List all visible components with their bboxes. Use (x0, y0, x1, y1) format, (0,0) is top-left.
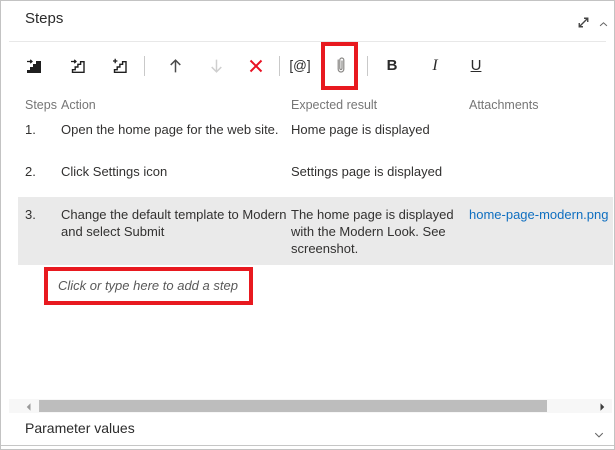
add-step-field[interactable]: Click or type here to add a step (58, 278, 238, 293)
arrow-up-icon (167, 57, 184, 75)
scroll-left-arrow-icon[interactable] (23, 400, 35, 412)
italic-button[interactable]: I (422, 53, 448, 79)
insert-step-button[interactable] (21, 53, 47, 79)
column-header-action: Action (61, 98, 96, 112)
add-attachment-button[interactable] (328, 53, 354, 79)
step-number: 2. (25, 163, 36, 180)
step-expected-cell[interactable]: The home page is displayed with the Mode… (291, 206, 469, 257)
add-parameter-button[interactable]: [@] (287, 53, 313, 79)
column-header-expected: Expected result (291, 98, 377, 112)
create-shared-steps-button[interactable] (107, 53, 133, 79)
delete-x-icon (248, 58, 264, 74)
bold-button[interactable]: B (379, 53, 405, 79)
step-expected-cell[interactable]: Settings page is displayed (291, 163, 469, 180)
step-action-cell[interactable]: Click Settings icon (61, 163, 291, 180)
move-step-down-button[interactable] (203, 53, 229, 79)
column-header-attachments: Attachments (469, 98, 538, 112)
toolbar-separator (279, 56, 280, 76)
insert-shared-steps-icon (69, 58, 87, 74)
insert-step-icon (25, 58, 43, 74)
scrollbar-thumb[interactable] (39, 400, 547, 412)
collapse-section-icon[interactable] (598, 17, 609, 35)
arrow-down-icon (208, 57, 225, 75)
insert-shared-steps-button[interactable] (65, 53, 91, 79)
scroll-right-arrow-icon[interactable] (596, 400, 608, 412)
step-action-cell[interactable]: Open the home page for the web site. (61, 121, 291, 138)
panel-title: Steps (25, 10, 63, 27)
toolbar-separator (144, 56, 145, 76)
header-divider (9, 41, 606, 42)
column-header-steps: Steps (25, 98, 57, 112)
section-divider (1, 445, 614, 446)
paperclip-icon (333, 55, 349, 77)
stairs-plus-icon (111, 58, 129, 74)
chevron-down-icon[interactable] (593, 428, 605, 446)
expand-panel-icon[interactable] (575, 14, 592, 36)
test-steps-panel: Steps (0, 0, 615, 450)
underline-button[interactable]: U (463, 53, 489, 79)
toolbar-separator (367, 56, 368, 76)
step-number: 3. (25, 206, 36, 223)
step-number: 1. (25, 121, 36, 138)
step-action-cell[interactable]: Change the default template to Modern an… (61, 206, 291, 240)
attachment-link[interactable]: home-page-modern.png (469, 206, 608, 223)
step-expected-cell[interactable]: Home page is displayed (291, 121, 469, 138)
parameter-values-section[interactable]: Parameter values (25, 420, 135, 436)
move-step-up-button[interactable] (162, 53, 188, 79)
delete-step-button[interactable] (243, 53, 269, 79)
horizontal-scrollbar[interactable] (9, 399, 612, 413)
